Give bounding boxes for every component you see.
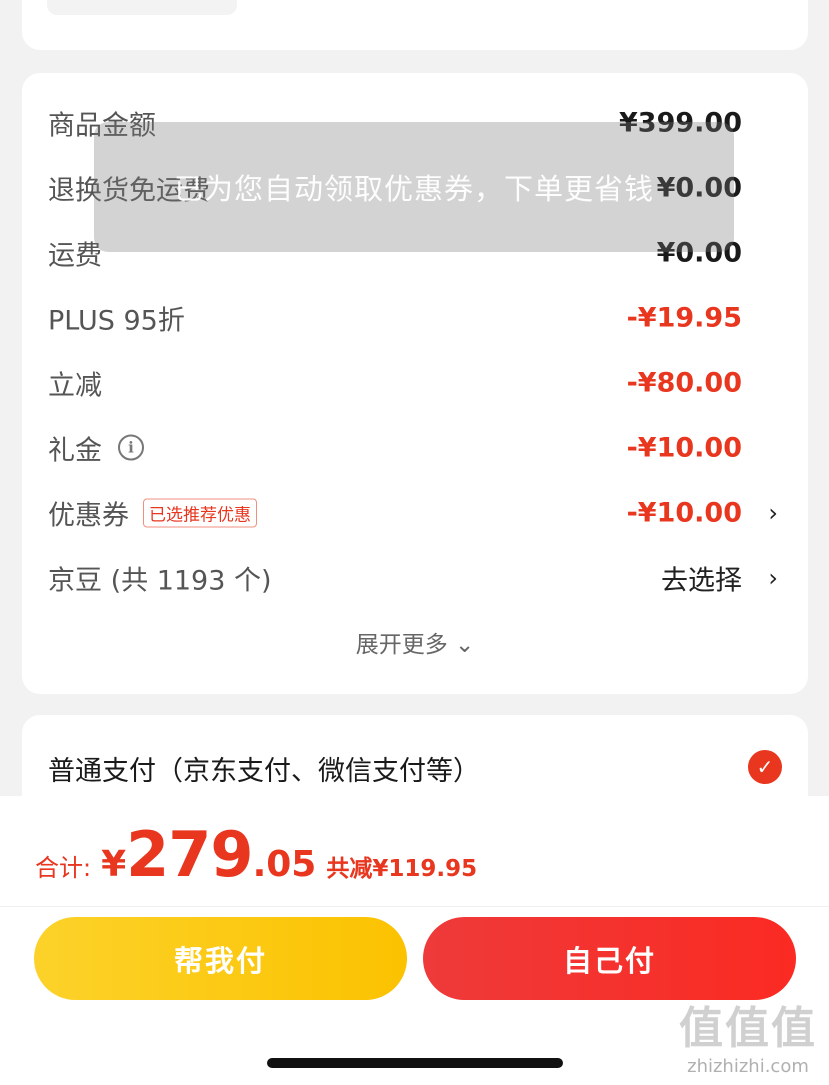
help-me-pay-label: 帮我付 <box>173 943 267 978</box>
fee-row-coupon[interactable]: 优惠券 已选推荐优惠 -¥10.00 › <box>22 480 808 545</box>
total-currency: ¥ <box>101 844 127 885</box>
fee-label: PLUS 95折 <box>48 305 185 336</box>
fee-value: -¥19.95 <box>626 302 742 333</box>
divider <box>0 906 829 907</box>
product-card <box>22 0 808 50</box>
watermark-logo: 值值值 <box>679 1003 817 1054</box>
expand-more-button[interactable]: 展开更多 ⌄ <box>22 625 808 659</box>
total-integer: 279 <box>126 818 253 891</box>
fee-label: 礼金 i <box>48 428 144 467</box>
watermark: 值值值 zhizhizhi.com <box>679 992 817 1077</box>
chevron-right-icon: › <box>768 563 778 592</box>
help-me-pay-button[interactable]: 帮我付 <box>34 917 407 1000</box>
expand-more-label: 展开更多 ⌄ <box>355 632 475 658</box>
fee-value: -¥10.00 <box>626 432 742 463</box>
total-label: 合计: <box>35 854 92 882</box>
total-summary: 合计: ¥ 279 .05 共减¥119.95 <box>35 818 477 891</box>
chevron-right-icon: › <box>768 498 778 527</box>
fee-label: 优惠券 已选推荐优惠 <box>48 493 257 532</box>
fee-value: 去选择 <box>661 565 742 596</box>
gift-cash-label: 礼金 <box>48 435 102 466</box>
toast-message: 已为您自动领取优惠券，下单更省钱 <box>173 172 654 206</box>
info-icon[interactable]: i <box>118 434 144 461</box>
recommended-tag: 已选推荐优惠 <box>143 498 257 527</box>
coupon-label: 优惠券 <box>48 500 129 531</box>
total-decimal: .05 <box>252 844 317 885</box>
payment-method-label: 普通支付（京东支付、微信支付等） <box>48 756 480 787</box>
fee-row-plus-discount: PLUS 95折 -¥19.95 <box>22 285 808 350</box>
fee-label: 立减 <box>48 370 102 401</box>
fee-row-gift-cash: 礼金 i -¥10.00 <box>22 415 808 480</box>
product-thumbnail[interactable] <box>47 0 237 15</box>
pay-myself-button[interactable]: 自己付 <box>423 917 796 1000</box>
pay-myself-label: 自己付 <box>562 943 656 978</box>
check-icon[interactable]: ✓ <box>748 750 782 784</box>
coupon-toast: 已为您自动领取优惠券，下单更省钱 <box>94 122 734 252</box>
fee-value: -¥80.00 <box>626 367 742 398</box>
fee-row-jingdou[interactable]: 京豆 (共 1193 个) 去选择 › <box>22 545 808 610</box>
watermark-text: zhizhizhi.com <box>687 1056 809 1077</box>
fee-label: 京豆 (共 1193 个) <box>48 565 272 596</box>
fee-row-instant-discount: 立减 -¥80.00 <box>22 350 808 415</box>
home-indicator[interactable] <box>267 1058 563 1068</box>
fee-value: -¥10.00 <box>626 497 742 528</box>
total-saved: 共减¥119.95 <box>326 856 478 882</box>
